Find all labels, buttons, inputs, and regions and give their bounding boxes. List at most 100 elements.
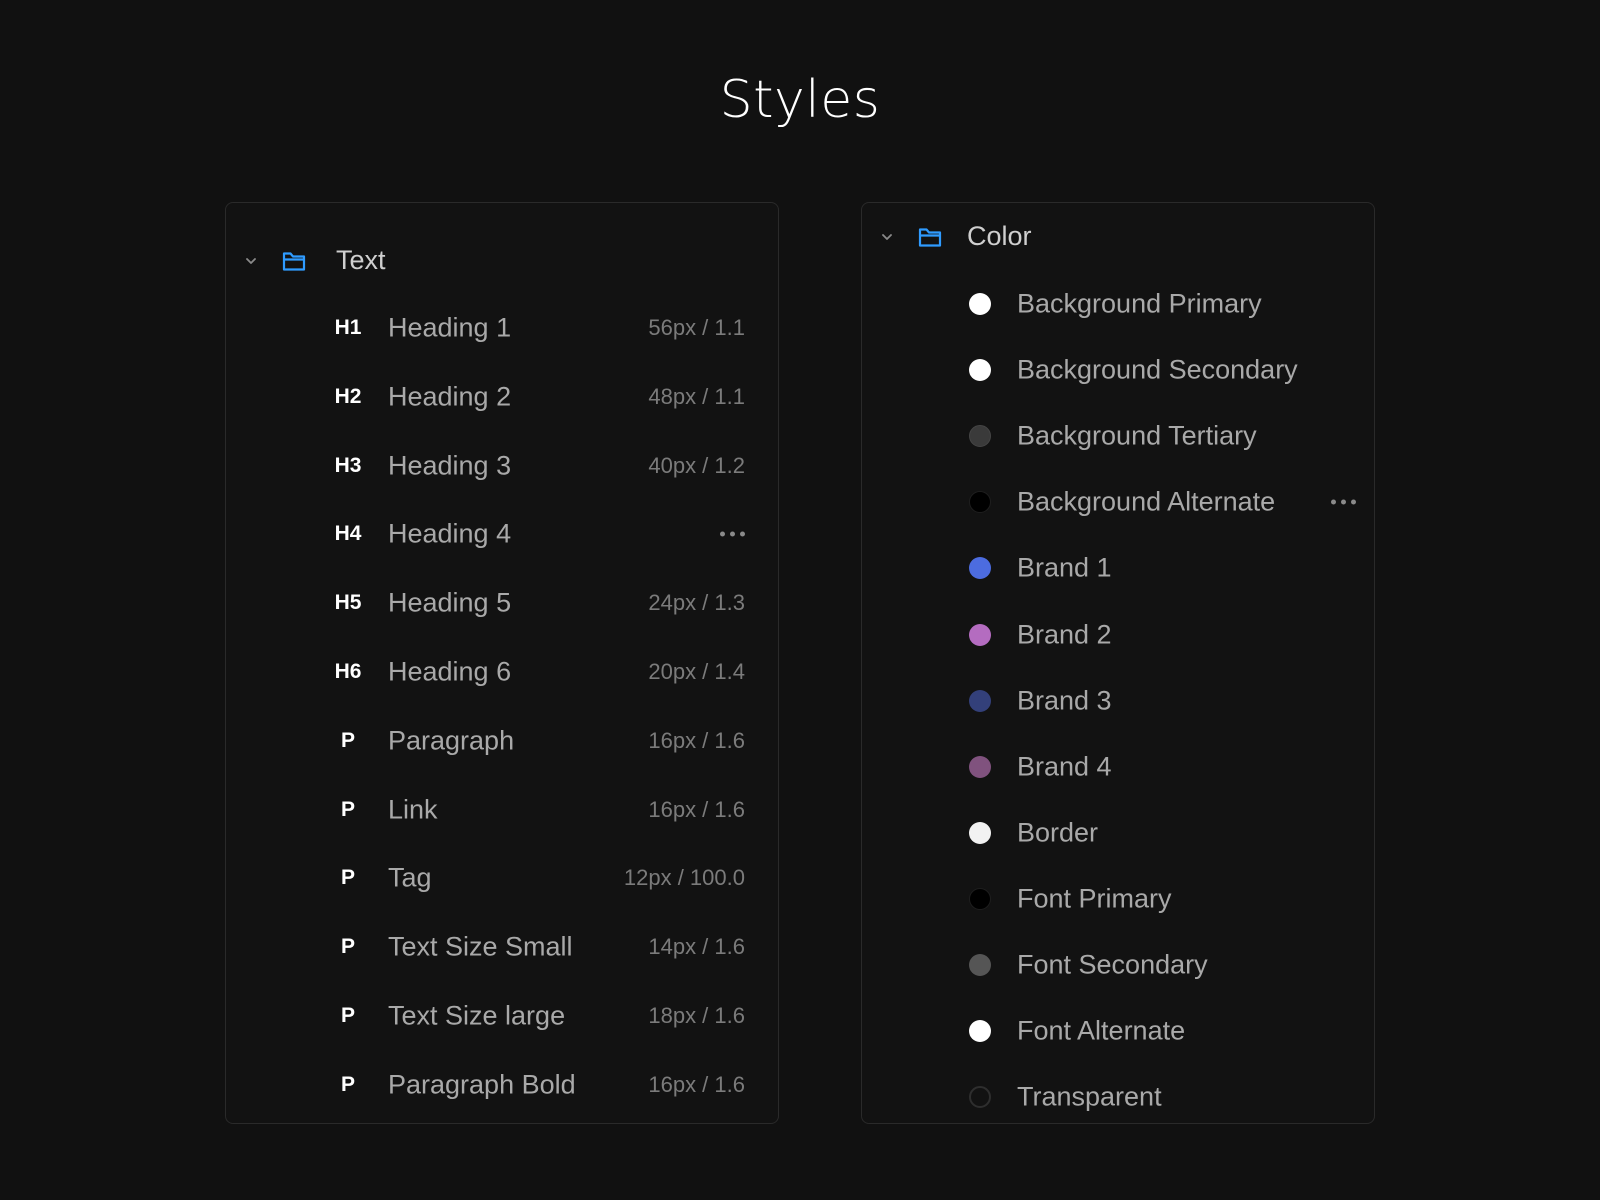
text-style-size: 14px / 1.6 [648, 934, 745, 960]
style-tag-badge: P [340, 1004, 355, 1027]
text-style-name: Heading 4 [388, 518, 512, 549]
text-style-row[interactable]: H3 Heading 3 40px / 1.2 [226, 432, 778, 500]
color-swatch [969, 1020, 991, 1043]
text-style-name: Paragraph Bold [388, 1069, 576, 1100]
text-style-name: Heading 6 [388, 656, 512, 687]
color-group-header[interactable]: Color [862, 217, 1374, 257]
style-tag-badge: H6 [334, 660, 362, 683]
text-styles-panel: Text H1 Heading 1 56px / 1.1 H2 Heading 2 48p… [225, 202, 779, 1124]
color-style-row[interactable]: Background Tertiary [862, 403, 1374, 469]
text-group-header[interactable]: Text [226, 241, 778, 281]
text-style-name: Tag [388, 862, 432, 893]
style-tag-badge: P [340, 866, 355, 890]
text-group-label: Text [336, 245, 386, 275]
chevron-down-icon[interactable] [243, 253, 259, 269]
style-tag-badge: P [340, 797, 355, 821]
text-style-name: Text Size large [388, 1000, 566, 1031]
text-style-row[interactable]: P Link 16px / 1.6 [226, 776, 778, 844]
color-swatch [969, 689, 991, 712]
style-tag-badge: H4 [334, 522, 362, 546]
more-options-icon[interactable] [720, 531, 745, 537]
style-tag-badge: H1 [334, 316, 362, 339]
color-style-name: Brand 4 [1017, 751, 1112, 782]
color-style-row[interactable]: Font Primary [862, 866, 1374, 932]
text-style-name: Link [388, 794, 438, 825]
color-style-name: Background Tertiary [1017, 420, 1257, 451]
style-tag-badge: H5 [334, 591, 362, 615]
folder-icon [918, 228, 942, 247]
color-style-row[interactable]: Background Alternate [862, 469, 1374, 535]
color-style-row[interactable]: Brand 2 [862, 602, 1374, 668]
color-style-name: Font Secondary [1017, 949, 1208, 980]
text-style-name: Heading 2 [388, 381, 512, 412]
color-style-name: Font Alternate [1017, 1015, 1186, 1046]
text-style-size: 24px / 1.3 [648, 590, 745, 616]
text-style-row[interactable]: H1 Heading 1 56px / 1.1 [226, 294, 778, 362]
color-swatch [969, 954, 991, 976]
color-style-row[interactable]: Font Secondary [862, 932, 1374, 998]
color-style-row[interactable]: Brand 3 [862, 668, 1374, 734]
style-tag-badge: H3 [334, 453, 362, 477]
color-style-name: Brand 2 [1017, 619, 1112, 649]
text-style-row[interactable]: P Text Size large 18px / 1.6 [226, 982, 778, 1050]
color-style-name: Background Alternate [1017, 486, 1276, 517]
color-swatch [969, 359, 991, 382]
color-style-name: Background Secondary [1017, 354, 1298, 385]
color-styles-panel: Color Background Primary Background Secon… [861, 202, 1375, 1124]
color-style-name: Transparent [1017, 1081, 1162, 1112]
text-style-name: Paragraph [388, 725, 515, 756]
color-style-name: Brand 1 [1017, 552, 1112, 583]
page-title: Styles [719, 70, 881, 130]
chevron-down-icon[interactable] [879, 229, 895, 245]
style-tag-badge: P [340, 728, 355, 752]
style-tag-badge: P [340, 935, 355, 959]
folder-icon [282, 252, 306, 271]
more-options-icon[interactable] [1331, 499, 1356, 505]
color-style-row[interactable]: Background Secondary [862, 337, 1374, 403]
color-style-name: Border [1017, 817, 1099, 848]
text-style-size: 18px / 1.6 [648, 1003, 745, 1028]
color-style-row[interactable]: Border [862, 800, 1374, 866]
color-style-name: Font Primary [1017, 883, 1172, 914]
text-style-row[interactable]: P Tag 12px / 100.0 [226, 844, 778, 912]
text-style-size: 12px / 100.0 [623, 865, 745, 891]
text-style-row[interactable]: P Paragraph 16px / 1.6 [226, 707, 778, 775]
color-style-name: Brand 3 [1017, 685, 1112, 716]
text-style-size: 20px / 1.4 [648, 659, 745, 684]
text-style-row[interactable]: H5 Heading 5 24px / 1.3 [226, 569, 778, 637]
color-style-row[interactable]: Font Alternate [862, 998, 1374, 1064]
text-style-size: 40px / 1.2 [648, 452, 745, 478]
color-swatch [969, 425, 991, 448]
text-style-size: 48px / 1.1 [648, 383, 745, 409]
color-style-row[interactable]: Brand 4 [862, 734, 1374, 800]
style-tag-badge: P [340, 1072, 355, 1096]
text-style-size: 56px / 1.1 [648, 315, 745, 340]
color-group-label: Color [967, 221, 1032, 251]
color-swatch [969, 755, 991, 778]
text-style-size: 16px / 1.6 [648, 727, 745, 753]
text-style-row[interactable]: H6 Heading 6 20px / 1.4 [226, 638, 778, 706]
text-style-name: Heading 1 [388, 312, 512, 343]
text-style-row[interactable]: P Text Size Small 14px / 1.6 [226, 913, 778, 981]
text-style-name: Heading 3 [388, 450, 512, 481]
color-style-row[interactable]: Transparent [862, 1064, 1374, 1130]
color-swatch [969, 491, 991, 514]
text-style-size: 16px / 1.6 [648, 1071, 745, 1097]
color-swatch [969, 1086, 991, 1109]
text-style-row[interactable]: P Paragraph Bold 16px / 1.6 [226, 1051, 778, 1119]
color-style-name: Background Primary [1017, 288, 1262, 319]
text-style-name: Heading 5 [388, 587, 512, 618]
text-style-size: 16px / 1.6 [648, 796, 745, 822]
styles-page: Styles Text H1 Heading 1 56px / 1.1 H2 Headi… [0, 0, 1600, 1200]
style-tag-badge: H2 [334, 384, 362, 408]
color-swatch [969, 887, 991, 910]
text-style-row[interactable]: H4 Heading 4 [226, 500, 778, 568]
text-style-name: Text Size Small [388, 931, 573, 962]
color-swatch [969, 821, 991, 844]
color-swatch [969, 557, 991, 580]
color-style-row[interactable]: Brand 1 [862, 535, 1374, 601]
color-swatch [969, 623, 991, 646]
text-style-row[interactable]: H2 Heading 2 48px / 1.1 [226, 363, 778, 431]
color-style-row[interactable]: Background Primary [862, 271, 1374, 337]
color-swatch [969, 293, 991, 315]
